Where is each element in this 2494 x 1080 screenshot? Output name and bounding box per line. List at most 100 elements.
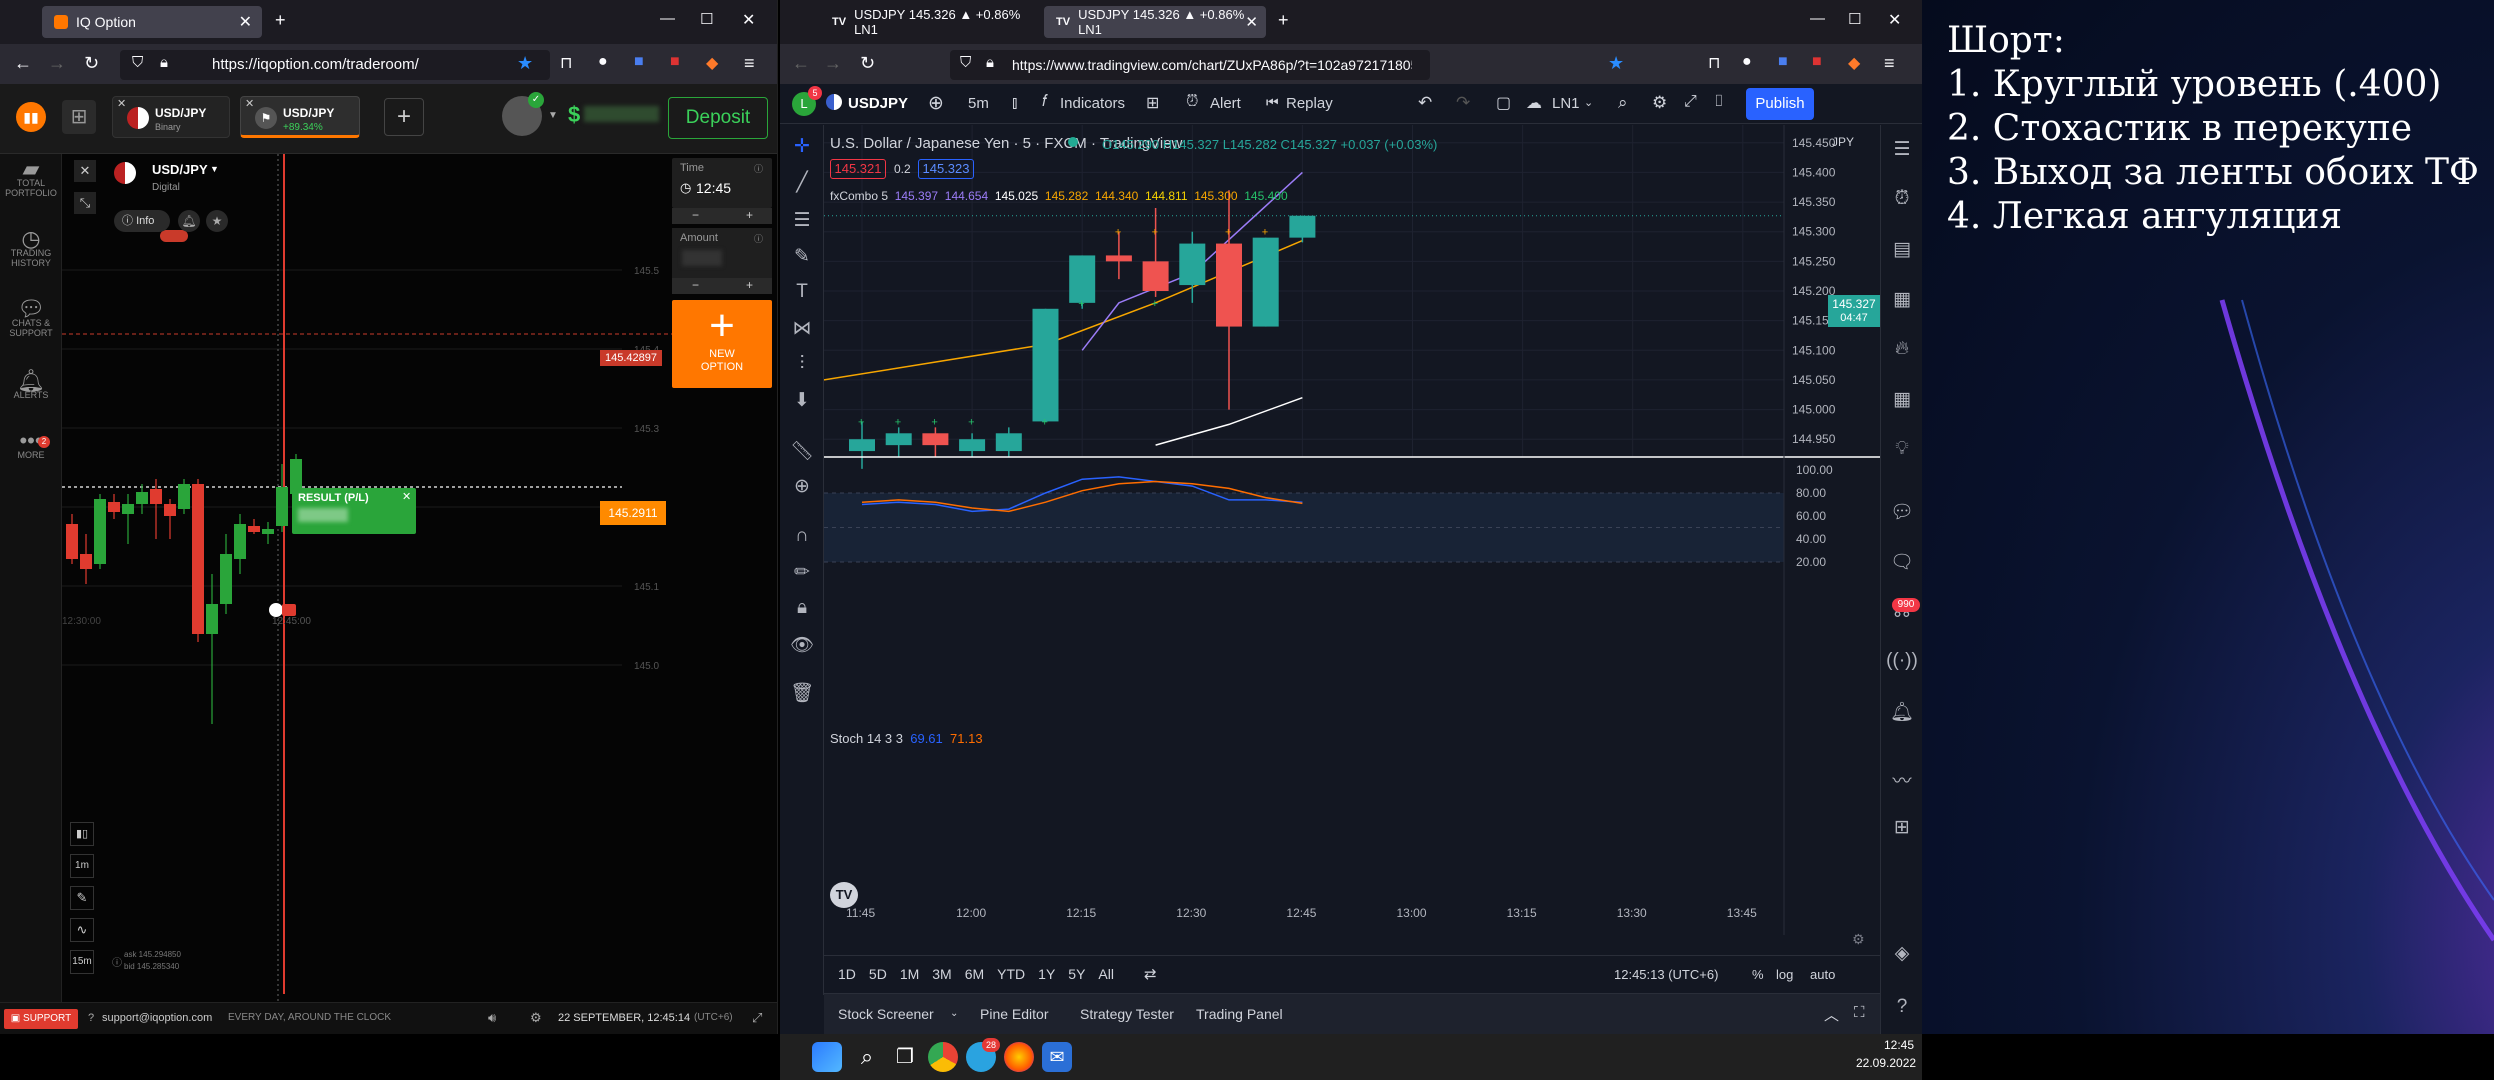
bell-icon[interactable]: 🔔︎ (1882, 700, 1922, 724)
star-icon[interactable]: ★ (206, 210, 228, 232)
range-button-all[interactable]: All (1098, 966, 1114, 982)
new-tab-icon[interactable]: + (1278, 10, 1289, 31)
extension-badge-icon[interactable]: ■ (670, 53, 680, 71)
range-button-6m[interactable]: 6M (965, 966, 984, 982)
sidebar-item-portfolio[interactable]: ▰ TOTAL PORTFOLIO (0, 158, 62, 199)
range-button-ytd[interactable]: YTD (997, 966, 1025, 982)
window-close-icon[interactable]: ✕ (742, 10, 755, 30)
templates-icon[interactable]: ⊞ (1146, 93, 1159, 113)
expand-icon[interactable]: ⤡ (74, 192, 96, 214)
sell-button[interactable]: 145.321 (830, 159, 886, 179)
interval-button[interactable]: 5m (968, 95, 989, 112)
broadcast-icon[interactable]: ((·)) (1882, 650, 1922, 672)
alert-button[interactable]: Alert (1210, 95, 1241, 112)
currency-label[interactable]: JPY (1832, 135, 1854, 149)
firefox-ext-icon[interactable]: ◆ (1848, 53, 1860, 73)
back-icon[interactable]: ← (792, 53, 810, 74)
range-button-5y[interactable]: 5Y (1068, 966, 1085, 982)
maximize-icon[interactable]: ☐ (700, 10, 713, 28)
avatar[interactable]: ✓ (502, 92, 544, 136)
dom-icon[interactable]: ⊞ (1882, 816, 1922, 839)
new-option-button[interactable]: + NEW OPTION (672, 300, 772, 388)
indicators-button[interactable]: Indicators (1060, 95, 1125, 112)
grid-icon[interactable]: ⊞ (62, 100, 96, 134)
plus-icon[interactable]: + (746, 208, 753, 222)
ruler-icon[interactable]: 📏︎ (787, 439, 817, 463)
auto-scale-button[interactable]: auto (1810, 967, 1835, 982)
close-icon[interactable]: ✕ (117, 97, 126, 110)
tab-trading-panel[interactable]: Trading Panel (1196, 1006, 1283, 1022)
layers-icon[interactable]: ◈ (1882, 942, 1922, 965)
indicators-icon[interactable]: 𝑓 (1042, 93, 1047, 111)
chrome-icon[interactable] (928, 1042, 958, 1072)
tab-strategy-tester[interactable]: Strategy Tester (1080, 1006, 1174, 1022)
result-box[interactable]: RESULT (P/L) ✕ (292, 488, 416, 534)
zoom-icon[interactable]: ⊕ (787, 475, 817, 498)
range-button-1d[interactable]: 1D (838, 966, 856, 982)
menu-icon[interactable]: ≡ (744, 53, 755, 74)
arrow-down-icon[interactable]: ⬇ (787, 389, 817, 412)
address-field[interactable]: ⛉ 🔒︎ https://www.tradingview.com/chart/Z… (950, 50, 1430, 80)
chevron-up-icon[interactable]: ︿ (1824, 1004, 1839, 1025)
search-icon[interactable]: ⌕ (1618, 93, 1628, 113)
firefox-ext-icon[interactable]: ◆ (706, 53, 718, 73)
tv-clock[interactable]: 12:45:13 (UTC+6) (1614, 967, 1718, 982)
pattern-icon[interactable]: ⋈ (787, 317, 817, 340)
add-asset-icon[interactable]: + (384, 98, 424, 136)
trading-icon[interactable]: 〰 (1882, 766, 1922, 793)
fullscreen-icon[interactable]: ⤢ (752, 1010, 762, 1026)
alarm-icon[interactable]: ⏰︎ (1186, 93, 1198, 111)
fib-icon[interactable]: ☰ (787, 209, 817, 232)
chevron-down-icon[interactable]: ▼ (548, 110, 558, 121)
gear-icon[interactable]: ⚙ (1652, 93, 1667, 113)
extension-l-icon[interactable]: ● (598, 53, 608, 71)
sidebar-item-chats[interactable]: 💬︎ CHATS & SUPPORT (0, 298, 62, 339)
trendline-icon[interactable]: ╱ (787, 171, 817, 194)
log-scale-button[interactable]: log (1776, 967, 1793, 982)
mail-icon[interactable]: ✉ (1042, 1042, 1072, 1072)
brush-icon[interactable]: ✎ (787, 245, 817, 268)
plus-icon[interactable]: + (746, 278, 753, 292)
deposit-button[interactable]: Deposit (668, 97, 768, 139)
timeframe-15m-button[interactable]: 15m (70, 950, 94, 974)
close-icon[interactable]: ✕ (245, 97, 254, 110)
menu-icon[interactable]: ≡ (1884, 53, 1895, 74)
bell-icon[interactable]: 🔔︎ (178, 210, 200, 232)
browser-tab-active[interactable]: TV USDJPY 145.326 ▲ +0.86% LN1 ✕ (1044, 6, 1266, 38)
cloud-icon[interactable]: ☁ (1526, 93, 1542, 113)
time-stepper[interactable]: − + (672, 208, 772, 224)
window-close-icon[interactable]: ✕ (1888, 10, 1901, 30)
replay-button[interactable]: Replay (1286, 95, 1333, 112)
indicator-icon[interactable]: ∿ (70, 918, 94, 942)
extension-badge-icon[interactable]: ■ (1812, 53, 1822, 71)
replay-icon[interactable]: ⏮ (1266, 94, 1279, 111)
amount-panel[interactable]: Amount ⓘ (672, 228, 772, 278)
magnet-icon[interactable]: ∩ (787, 525, 817, 547)
sidebar-item-history[interactable]: ◷ TRADING HISTORY (0, 228, 62, 269)
browser-tab[interactable]: IQ Option ✕ (42, 6, 262, 38)
layout-name[interactable]: LN1 (1552, 95, 1580, 112)
date-range-icon[interactable]: ⇄ (1144, 965, 1157, 983)
info-button[interactable]: ⓘ Info (114, 210, 170, 232)
tab-stock-screener[interactable]: Stock Screener (838, 1006, 934, 1022)
chat-icon[interactable]: 💬︎ (1882, 500, 1922, 524)
help-icon[interactable]: ? (1882, 996, 1922, 1018)
buy-button[interactable]: 145.323 (918, 159, 974, 179)
pocket-icon[interactable]: ⊓ (560, 53, 572, 73)
maximize-icon[interactable]: ☐ (1848, 10, 1861, 28)
chevron-down-icon[interactable]: ⌄ (950, 1008, 958, 1019)
minimize-icon[interactable]: — (1810, 10, 1825, 27)
reload-icon[interactable]: ↻ (84, 53, 99, 74)
maximize-panel-icon[interactable]: ⛶ (1854, 1004, 1865, 1021)
gear-icon[interactable]: ⚙ (530, 1010, 542, 1026)
support-email[interactable]: support@iqoption.com (102, 1012, 212, 1024)
forward-icon[interactable]: → (48, 53, 66, 74)
candle-style-icon[interactable]: ⫾ (1012, 93, 1017, 113)
redo-icon[interactable]: ↷ (1456, 93, 1470, 113)
compare-icon[interactable]: ⊕ (928, 92, 944, 115)
range-button-1y[interactable]: 1Y (1038, 966, 1055, 982)
lock-drawing-icon[interactable]: ✏ (787, 561, 817, 584)
close-icon[interactable]: ✕ (74, 160, 96, 182)
reload-icon[interactable]: ↻ (860, 53, 875, 74)
crosshair-icon[interactable]: ✛ (787, 135, 817, 158)
